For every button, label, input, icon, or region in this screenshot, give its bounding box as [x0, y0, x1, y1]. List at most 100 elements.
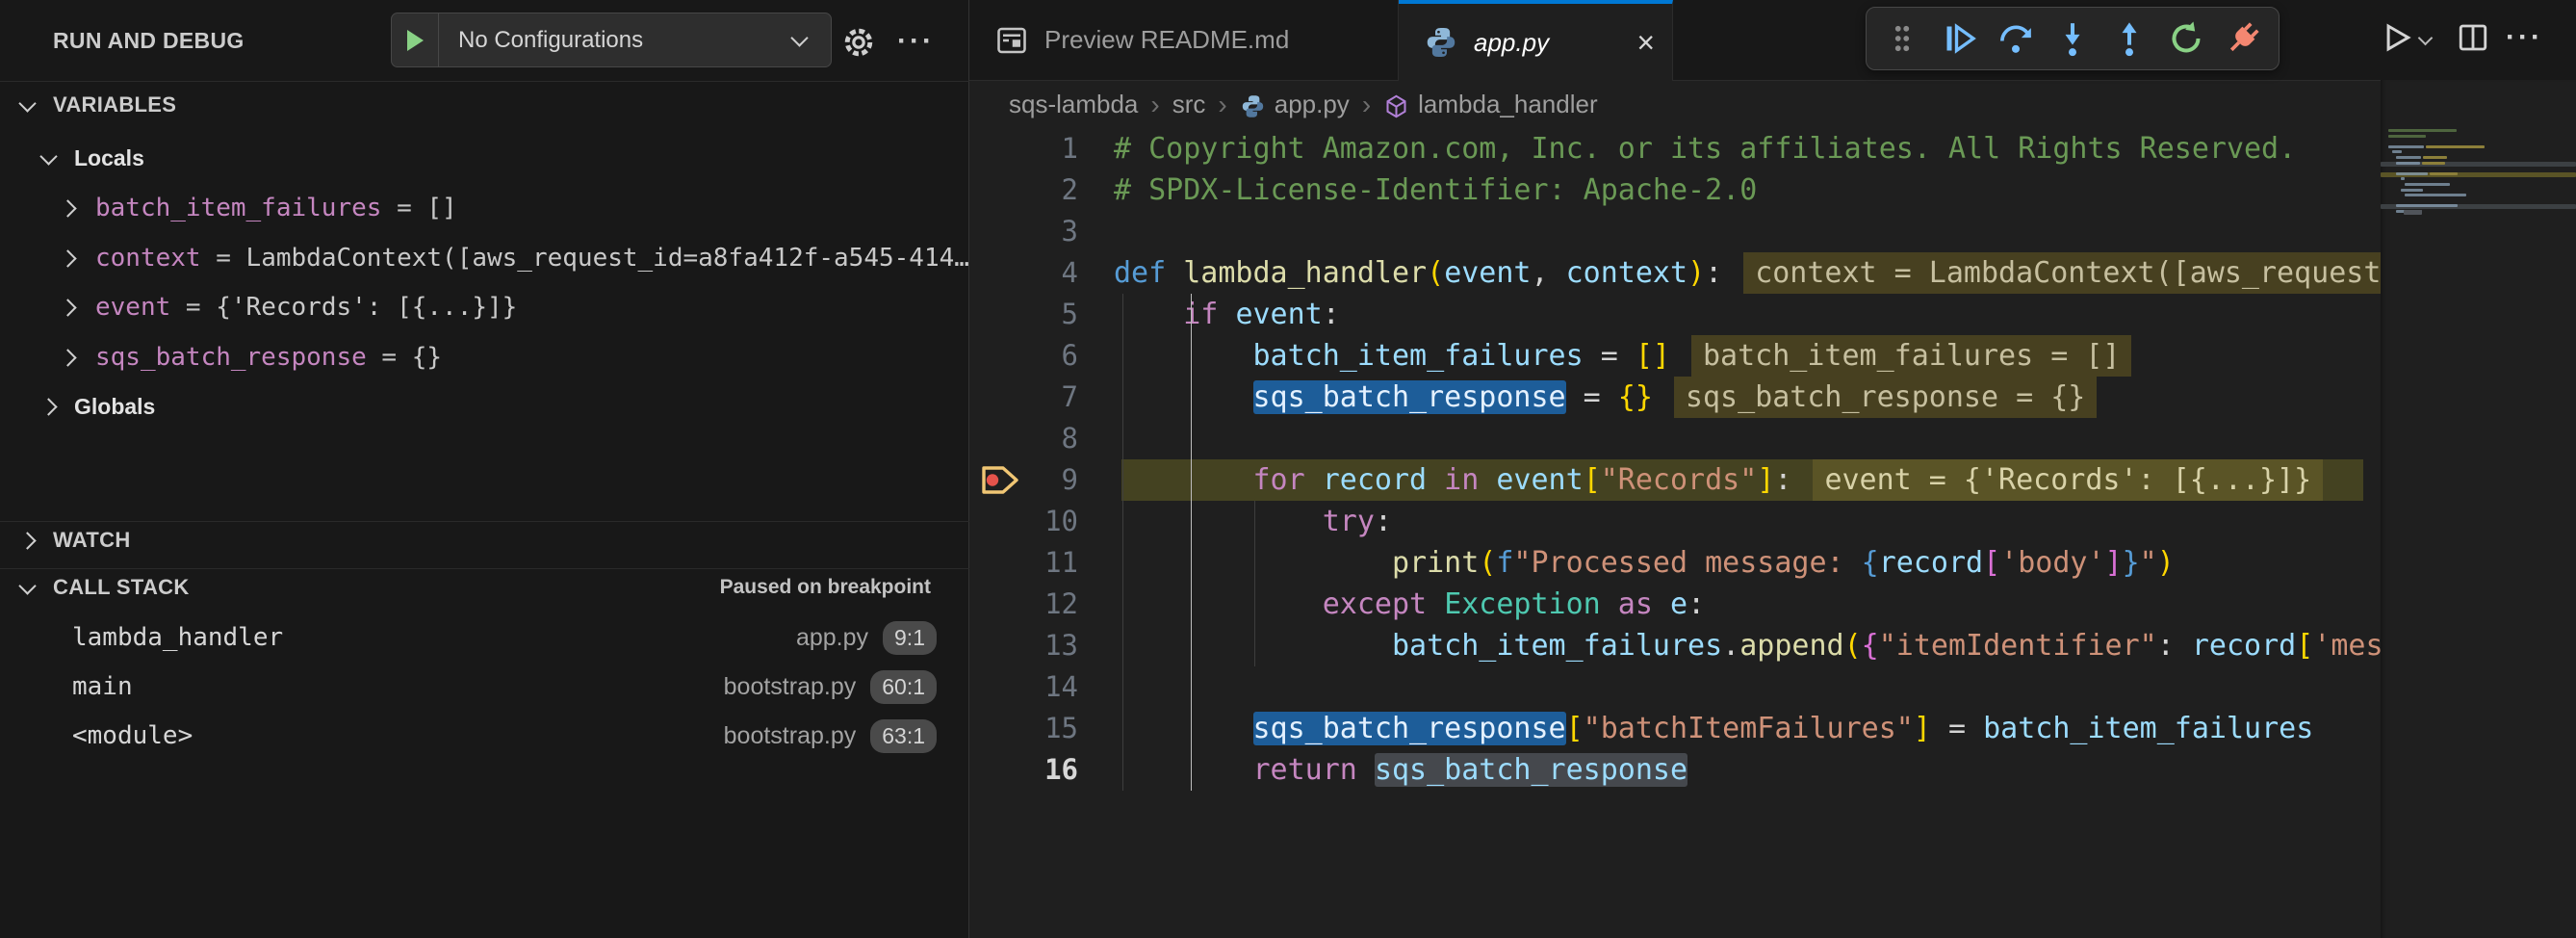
code-line: 2 # SPDX-License-Identifier: Apache-2.0: [969, 169, 2381, 211]
line-number[interactable]: 13: [969, 625, 1078, 666]
code-text[interactable]: print(f"Processed message: {record['body…: [1114, 542, 2175, 584]
code-editor[interactable]: 1 # Copyright Amazon.com, Inc. or its aff…: [969, 128, 2381, 938]
line-number[interactable]: 8: [969, 418, 1078, 459]
run-dropdown-chevron-icon[interactable]: [2418, 30, 2434, 45]
code-line: 6 batch_item_failures = []batch_item_fai…: [969, 335, 2381, 377]
code-text[interactable]: return sqs_batch_response: [1114, 749, 1687, 791]
code-text[interactable]: except Exception as e:: [1114, 584, 1705, 625]
minimap-line: [2396, 204, 2458, 207]
divider: [0, 81, 969, 82]
minimap-line: [2388, 145, 2424, 148]
step-into-icon[interactable]: [2050, 16, 2095, 61]
line-number[interactable]: 10: [969, 501, 1078, 542]
minimap-line: [2430, 172, 2458, 175]
tab-app-py[interactable]: app.py ×: [1399, 0, 1673, 81]
editor-actions: ···: [2378, 19, 2543, 56]
indent-guide: [1122, 294, 1123, 791]
minimap[interactable]: [2381, 80, 2576, 938]
drag-handle-icon[interactable]: [1880, 16, 1924, 61]
chevron-right-icon: [59, 199, 76, 217]
line-column-badge: 63:1: [870, 719, 937, 753]
line-number[interactable]: 4: [969, 252, 1078, 294]
line-number[interactable]: 5: [969, 294, 1078, 335]
code-text[interactable]: if event:: [1114, 294, 1340, 335]
code-line: 10 try:: [969, 501, 2381, 542]
code-line: 12 except Exception as e:: [969, 584, 2381, 625]
disconnect-icon[interactable]: [2221, 16, 2265, 61]
breadcrumb-symbol[interactable]: lambda_handler: [1418, 90, 1597, 119]
split-editor-icon[interactable]: [2456, 20, 2490, 55]
code-text[interactable]: try:: [1114, 501, 1392, 542]
code-line: 5 if event:: [969, 294, 2381, 335]
code-text[interactable]: batch_item_failures = []batch_item_failu…: [1114, 335, 2131, 377]
minimap-line: [2404, 210, 2422, 215]
tab-preview-readme[interactable]: Preview README.md: [969, 0, 1399, 80]
editor-more-actions-icon[interactable]: ···: [2506, 21, 2543, 54]
line-number[interactable]: 6: [969, 335, 1078, 377]
call-stack-frame[interactable]: <module> bootstrap.py 63:1: [0, 712, 969, 760]
scope-locals[interactable]: Locals: [0, 141, 969, 175]
code-text[interactable]: def lambda_handler(event, context):conte…: [1114, 252, 2381, 294]
run-and-debug-sidebar: RUN AND DEBUG No Configurations ··· VARI…: [0, 0, 969, 938]
chevron-down-icon: [790, 29, 808, 46]
restart-icon[interactable]: [2164, 16, 2208, 61]
code-text[interactable]: sqs_batch_response["batchItemFailures"] …: [1114, 708, 2313, 749]
line-number[interactable]: 3: [969, 211, 1078, 252]
breadcrumb-folder[interactable]: src: [1172, 90, 1206, 119]
code-line: 9 for record in event["Records"]:event =…: [969, 459, 2381, 501]
scope-globals[interactable]: Globals: [0, 389, 969, 424]
chevron-down-icon: [18, 94, 36, 112]
line-number[interactable]: 1: [969, 128, 1078, 169]
call-stack-frame[interactable]: main bootstrap.py 60:1: [0, 663, 969, 711]
inline-debug-value: batch_item_failures = []: [1691, 335, 2131, 377]
start-debug-icon[interactable]: [407, 30, 424, 51]
variable-row[interactable]: batch_item_failures = []: [0, 190, 969, 226]
variables-section-header[interactable]: VARIABLES: [0, 88, 969, 122]
breadcrumb: sqs-lambda › src › app.py › lambda_handl…: [969, 81, 2381, 128]
watch-section-header[interactable]: WATCH: [0, 523, 969, 558]
line-number[interactable]: 14: [969, 666, 1078, 708]
chevron-right-icon: [59, 299, 76, 316]
minimap-line: [2396, 162, 2419, 165]
line-number[interactable]: 11: [969, 542, 1078, 584]
line-number[interactable]: 9: [969, 459, 1078, 501]
continue-icon[interactable]: [1937, 16, 1981, 61]
breadcrumb-folder[interactable]: sqs-lambda: [1009, 90, 1138, 119]
line-number[interactable]: 7: [969, 377, 1078, 418]
code-text[interactable]: # SPDX-License-Identifier: Apache-2.0: [1114, 169, 1757, 211]
divider: [0, 568, 969, 569]
inline-debug-value: event = {'Records': [{...}]}: [1813, 459, 2323, 501]
code-line: 8: [969, 418, 2381, 459]
variable-row[interactable]: sqs_batch_response = {}: [0, 339, 969, 376]
code-line: 7 sqs_batch_response = {}sqs_batch_respo…: [969, 377, 2381, 418]
debug-configurations-dropdown[interactable]: No Configurations: [391, 13, 832, 67]
step-out-icon[interactable]: [2107, 16, 2151, 61]
chevron-right-icon: [59, 249, 76, 267]
call-stack-section-header[interactable]: CALL STACK Paused on breakpoint: [0, 570, 969, 605]
minimap-line: [2405, 194, 2466, 196]
chevron-right-icon: [39, 398, 57, 415]
gear-icon[interactable]: [839, 23, 878, 62]
debug-toolbar: [1866, 7, 2280, 70]
call-stack-frame[interactable]: lambda_handler app.py 9:1: [0, 613, 969, 662]
views-more-actions-icon[interactable]: ···: [897, 25, 935, 58]
step-over-icon[interactable]: [1994, 16, 2038, 61]
line-number[interactable]: 15: [969, 708, 1078, 749]
inline-debug-value: sqs_batch_response = {}: [1674, 377, 2097, 418]
variable-row[interactable]: context = LambdaContext([aws_request_id=…: [0, 240, 969, 276]
code-text[interactable]: # Copyright Amazon.com, Inc. or its affi…: [1114, 128, 2296, 169]
line-number[interactable]: 12: [969, 584, 1078, 625]
minimap-line: [2422, 162, 2445, 165]
breadcrumb-file[interactable]: app.py: [1275, 90, 1350, 119]
variable-row[interactable]: event = {'Records': [{...}]}: [0, 289, 969, 326]
close-icon[interactable]: ×: [1636, 27, 1655, 58]
minimap-line: [2401, 177, 2405, 180]
code-text[interactable]: batch_item_failures.append({"itemIdentif…: [1114, 625, 2381, 666]
code-text[interactable]: for record in event["Records"]:event = {…: [1114, 459, 2323, 501]
line-number[interactable]: 16: [969, 749, 1078, 791]
indent-guide: [1254, 501, 1255, 666]
line-number[interactable]: 2: [969, 169, 1078, 211]
run-python-file-icon[interactable]: [2378, 19, 2414, 56]
code-text[interactable]: sqs_batch_response = {}sqs_batch_respons…: [1114, 377, 2097, 418]
chevron-down-icon: [18, 577, 36, 594]
